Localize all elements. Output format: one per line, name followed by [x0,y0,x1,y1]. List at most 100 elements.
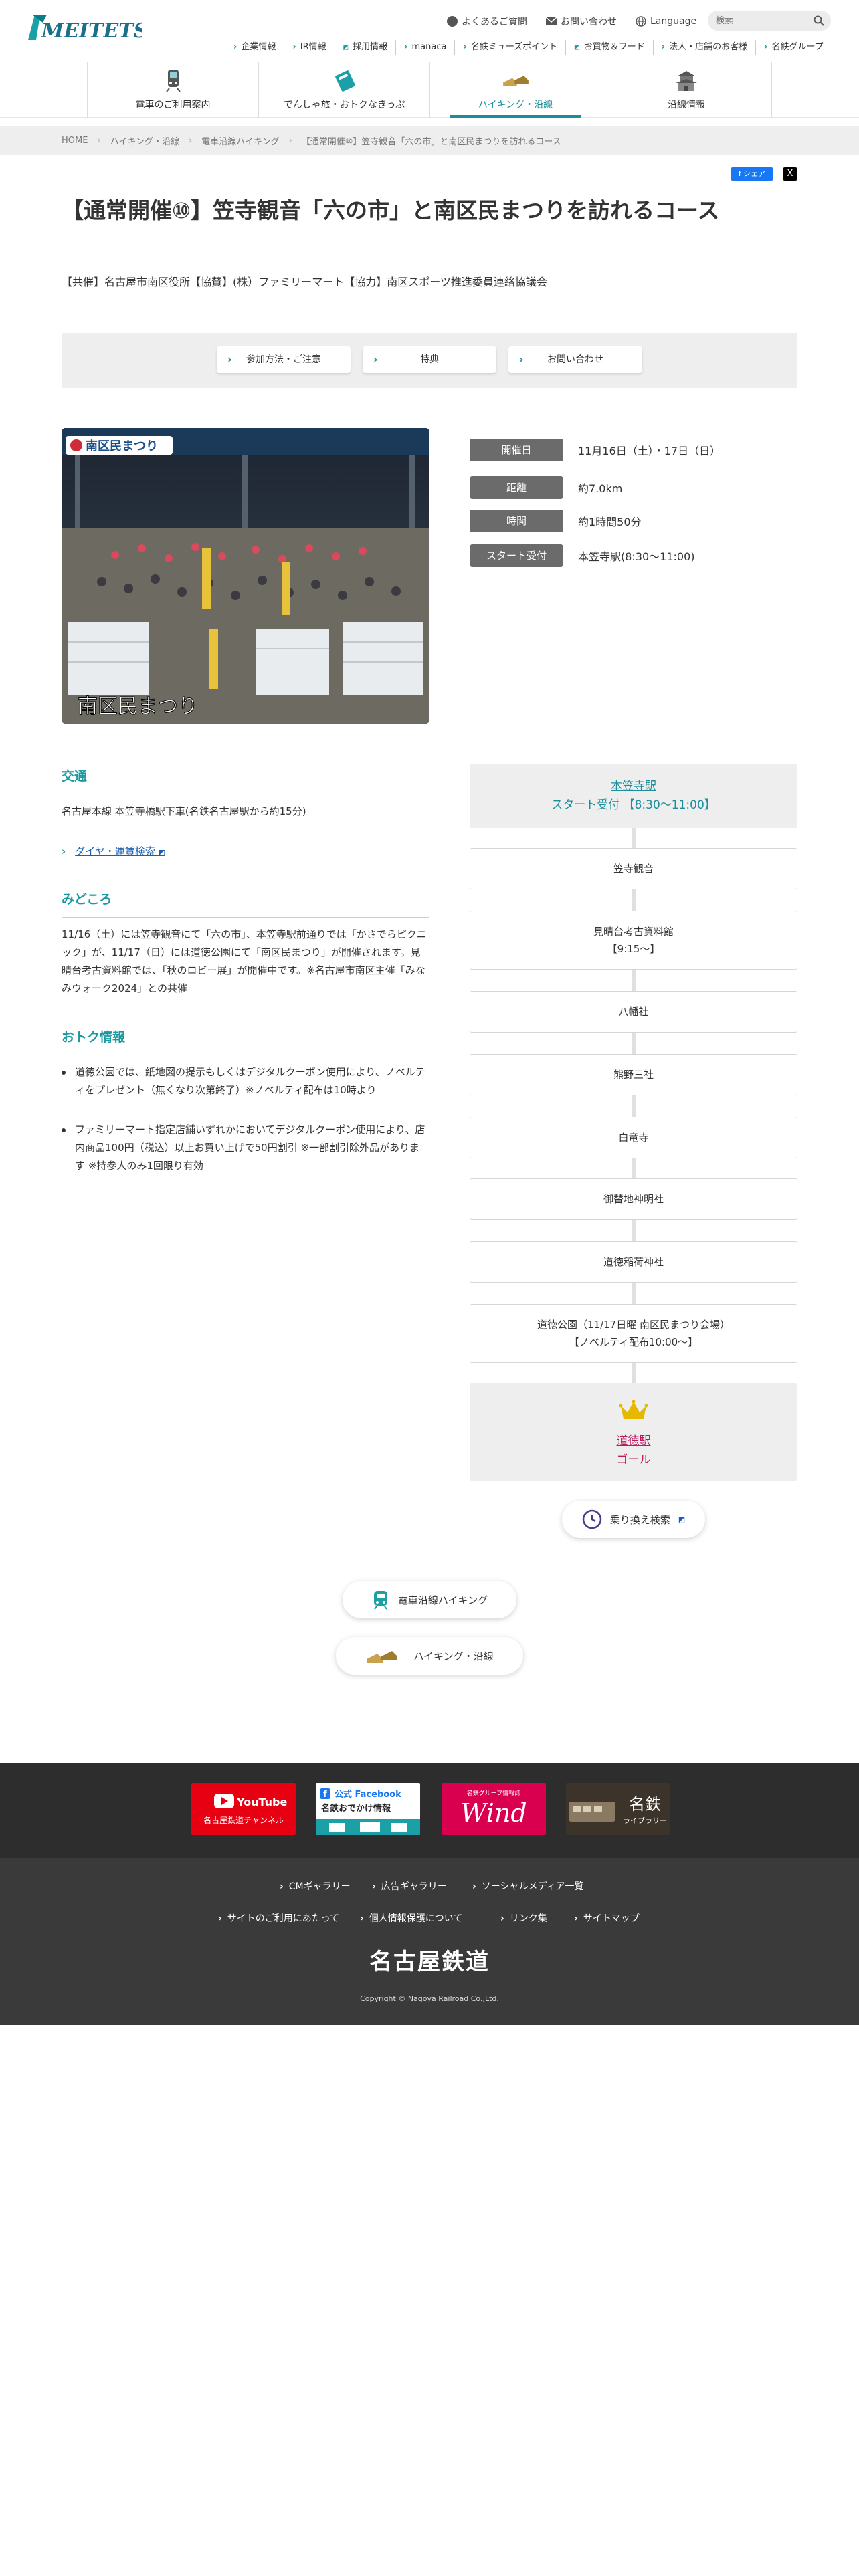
footer-link-privacy[interactable]: 個人情報保護について [360,1911,463,1925]
transfer-search-label: 乗り換え検索 [609,1513,670,1526]
hiking-area-button[interactable]: ハイキング・沿線 [336,1637,523,1675]
footer-link-site-terms[interactable]: サイトのご利用にあたって [218,1911,339,1925]
train-hiking-label: 電車沿線ハイキング [397,1594,488,1606]
subnav-manaca[interactable]: manaca [395,40,454,55]
sub-navigation: 企業情報 IR情報 採用情報 manaca 名鉄ミューズポイント お買物＆フード… [225,40,832,55]
nav-area-info-label: 沿線情報 [668,100,705,110]
info-distance-row: 距離 約7.0km [470,476,622,499]
nav-train-guide[interactable]: 電車のご利用案内 [87,62,258,118]
language-link[interactable]: Language [636,13,696,29]
route-goal: 道徳駅 ゴール [470,1383,797,1481]
subnav-business[interactable]: 法人・店舗のお客様 [652,40,755,55]
info-time-label: 時間 [470,510,563,532]
nav-trip-tickets-label: でんしゃ旅・おトクなきっぷ [283,100,405,110]
globe-icon [636,16,646,27]
start-reception-text: スタート受付 【8:30〜11:00】 [551,798,716,812]
facebook-share-button[interactable]: f シェア [731,167,773,181]
tab-benefits[interactable]: 特典 [363,346,496,373]
transfer-search-button[interactable]: 乗り換え検索 ◩ [562,1501,705,1538]
facebook-banner[interactable]: f 公式 Facebook 名鉄おでかけ情報 [316,1783,420,1835]
svg-text:南区民まつり: 南区民まつり [78,695,198,718]
shoes-icon [367,1651,398,1663]
footer-link-social-media[interactable]: ソーシャルメディア一覧 [472,1879,584,1893]
route-stop-name: 見晴台考古資料館 [593,926,674,938]
tab-participation[interactable]: 参加方法・ご注意 [217,346,351,373]
wind-banner[interactable]: 名鉄グループ情報誌 Wind [442,1783,546,1835]
search-input[interactable] [716,11,809,31]
route-start: 本笠寺駅 スタート受付 【8:30〜11:00】 [470,764,797,828]
castle-icon [676,71,697,91]
breadcrumb-separator: › [288,135,292,146]
x-share-label: X [787,169,793,179]
goal-label: ゴール [616,1453,651,1467]
svg-text:名鉄グループ情報誌: 名鉄グループ情報誌 [467,1789,520,1797]
breadcrumb-separator: › [189,135,193,146]
breadcrumb-hiking[interactable]: ハイキング・沿線 [110,134,179,147]
copyright-text: Copyright © Nagoya Railroad Co.,Ltd. [360,1994,499,2003]
breadcrumb-separator: › [97,135,101,146]
subnav-recruit[interactable]: 採用情報 [334,40,396,55]
tab-participation-label: 参加方法・ご注意 [246,354,321,365]
route-stop-name: 熊野三社 [613,1069,654,1081]
info-distance-label: 距離 [470,476,563,499]
route-stop: 見晴台考古資料館 【9:15〜】 [470,911,797,970]
question-icon [447,16,458,27]
meitetsu-logo[interactable]: MEITETSU [27,11,167,44]
faq-link[interactable]: よくあるご質問 [447,13,527,29]
x-share-button[interactable]: X [783,167,797,181]
route-stop-name: 白竜寺 [618,1132,649,1144]
facebook-share-label: シェア [743,169,766,178]
train-hiking-button[interactable]: 電車沿線ハイキング [343,1581,516,1618]
organizer-text: 【共催】名古屋市南区役所【協賛】(株）ファミリーマート【協力】南区スポーツ推進委… [62,276,547,288]
train-icon [373,1591,387,1610]
start-station-link[interactable]: 本笠寺駅 [611,780,656,793]
info-date-row: 開催日 11月16日（土）・17日（日） [470,439,721,461]
shoes-icon [502,76,529,86]
route-stop-time: 【9:15〜】 [607,943,660,955]
route-stop: 道徳稲荷神社 [470,1241,797,1283]
subnav-group[interactable]: 名鉄グループ [755,40,832,55]
goal-station-link[interactable]: 道徳駅 [470,1431,797,1448]
timetable-fare-link[interactable]: ダイヤ・運賃検索 ◩ [62,844,165,858]
language-label: Language [650,16,697,27]
search-box [708,11,831,31]
footer-link-ad-gallery[interactable]: 広告ギャラリー [372,1879,447,1893]
contact-link[interactable]: お問い合わせ [546,13,617,29]
youtube-banner[interactable]: YouTube 名古屋鉄道チャンネル [191,1783,296,1835]
info-start-value: 本笠寺駅(8:30〜11:00) [578,550,695,563]
hiking-area-label: ハイキング・沿線 [413,1650,494,1662]
footer-link-cm-gallery[interactable]: CMギャラリー [280,1879,351,1893]
route-stop: 御替地神明社 [470,1178,797,1220]
library-banner[interactable]: 名鉄 ライブラリー [566,1783,670,1835]
breadcrumb-current: 【通常開催⑩】笠寺観音「六の市」と南区民まつりを訪れるコース [301,136,561,147]
breadcrumb-train-hiking[interactable]: 電車沿線ハイキング [201,134,279,147]
page-title: 【通常開催⑩】笠寺観音「六の市」と南区民まつりを訪れるコース [62,197,720,223]
search-icon[interactable] [814,15,824,26]
subnav-shopping[interactable]: お買物＆フード [565,40,653,55]
subnav-corporate[interactable]: 企業情報 [225,40,284,55]
breadcrumb-home[interactable]: HOME [62,136,88,146]
svg-text:Wind: Wind [460,1798,527,1828]
route-stop: 熊野三社 [470,1054,797,1095]
info-time-row: 時間 約1時間50分 [470,510,642,532]
footer-logo[interactable]: 名古屋鉄道 [0,1943,859,1976]
nav-train-guide-label: 電車のご利用案内 [135,100,211,110]
tab-contact[interactable]: お問い合わせ [508,346,642,373]
faq-label: よくあるご質問 [462,17,527,27]
subnav-ir[interactable]: IR情報 [284,40,334,55]
svg-text:名鉄: 名鉄 [629,1795,661,1814]
highlights-heading: みどころ [62,889,430,918]
deals-heading: おトク情報 [62,1027,430,1055]
subnav-muse-point[interactable]: 名鉄ミューズポイント [454,40,565,55]
footer-link-sitemap[interactable]: サイトマップ [574,1911,640,1925]
footer-link-links[interactable]: リンク集 [500,1911,547,1925]
external-link-icon: ◩ [678,1515,686,1524]
nav-hiking-label: ハイキング・沿線 [478,100,553,110]
nav-area-info[interactable]: 沿線情報 [601,62,772,118]
info-time-value: 約1時間50分 [578,516,642,528]
nav-hiking[interactable]: ハイキング・沿線 [430,62,601,118]
nav-trip-tickets[interactable]: でんしゃ旅・おトクなきっぷ [258,62,430,118]
route-stop: 白竜寺 [470,1117,797,1158]
svg-text:名鉄おでかけ情報: 名鉄おでかけ情報 [321,1803,391,1814]
contact-label: お問い合わせ [561,17,617,27]
